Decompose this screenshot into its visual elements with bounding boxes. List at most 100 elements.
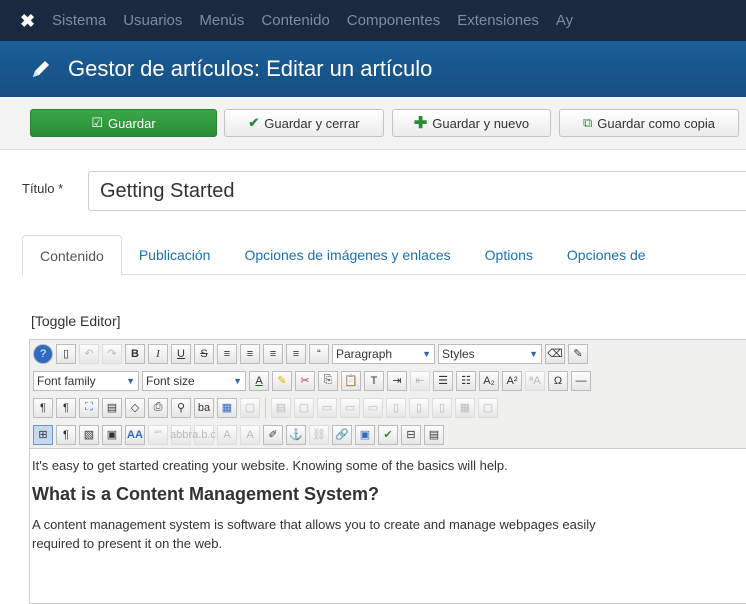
highlight-color-icon[interactable]: ✎: [272, 370, 292, 391]
tab-contenido[interactable]: Contenido: [22, 235, 122, 276]
template-icon[interactable]: ▤: [102, 397, 122, 418]
unlink-icon[interactable]: ⛓: [309, 424, 329, 445]
cut-icon[interactable]: ✂: [295, 370, 315, 391]
cite-icon[interactable]: “”: [148, 424, 168, 445]
tab-opciones[interactable]: Opciones de: [550, 235, 663, 275]
paste-text-icon[interactable]: T: [364, 370, 384, 391]
visual-aid-icon[interactable]: ▢: [240, 397, 260, 418]
save-new-button[interactable]: ✚ Guardar y nuevo: [392, 109, 551, 137]
nav-item-sistema[interactable]: Sistema: [52, 12, 106, 29]
split-cells-icon[interactable]: ▦: [455, 397, 475, 418]
paste-icon[interactable]: 📋: [341, 370, 361, 391]
bold-icon[interactable]: B: [125, 343, 145, 364]
attributes-icon[interactable]: ✐: [263, 424, 283, 445]
styleprops-icon[interactable]: AA: [125, 424, 145, 445]
insertion-icon[interactable]: A: [240, 424, 260, 445]
link-icon[interactable]: 🔗: [332, 424, 352, 445]
styles-select[interactable]: Styles ▼: [438, 343, 542, 364]
tab-imagenes-enlaces[interactable]: Opciones de imágenes y enlaces: [227, 235, 467, 275]
align-right-icon[interactable]: ≡: [263, 343, 283, 364]
insert-col-before-icon[interactable]: ▯: [386, 397, 406, 418]
print-icon[interactable]: ⎙: [148, 397, 168, 418]
indent-icon[interactable]: ⇥: [387, 370, 407, 391]
horizontal-rule-icon[interactable]: —: [571, 370, 591, 391]
content-paragraph-1: It's easy to get started creating your w…: [32, 458, 508, 473]
special-char-icon[interactable]: Ω: [548, 370, 568, 391]
undo-icon[interactable]: ↶: [79, 343, 99, 364]
delete-col-icon[interactable]: ▯: [432, 397, 452, 418]
help-icon[interactable]: ?: [33, 343, 53, 364]
find-replace-icon[interactable]: ba: [194, 397, 214, 418]
nav-item-extensiones[interactable]: Extensiones: [457, 12, 539, 29]
nav-item-componentes[interactable]: Componentes: [347, 12, 440, 29]
save-copy-button[interactable]: ⧉ Guardar como copia: [559, 109, 739, 137]
strikethrough-icon[interactable]: S: [194, 343, 214, 364]
deletion-icon[interactable]: A: [217, 424, 237, 445]
align-center-icon[interactable]: ≡: [240, 343, 260, 364]
nav-item-usuarios[interactable]: Usuarios: [123, 12, 182, 29]
font-size-select[interactable]: Font size ▼: [142, 370, 246, 391]
tab-publicacion[interactable]: Publicación: [122, 235, 228, 275]
font-color-icon[interactable]: A: [249, 370, 269, 391]
table-icon[interactable]: ⊞: [33, 424, 53, 445]
acronym-icon[interactable]: a.b.c: [192, 424, 216, 445]
insert-row-after-icon[interactable]: ▭: [340, 397, 360, 418]
cleanup-broom-icon[interactable]: ✎: [568, 343, 588, 364]
content-paragraph-2-line-1: A content management system is software …: [32, 517, 596, 532]
merge-cells-icon[interactable]: ▢: [478, 397, 498, 418]
absolute-position-icon[interactable]: ▣: [102, 424, 122, 445]
anchor-icon[interactable]: ⚓: [286, 424, 306, 445]
save-close-button[interactable]: ✔ Guardar y cerrar: [224, 109, 384, 137]
abbreviation-icon[interactable]: abbr: [170, 424, 192, 445]
spellcheck-icon[interactable]: ✔: [378, 424, 398, 445]
subscript-icon[interactable]: A₂: [479, 370, 499, 391]
editor-content-area[interactable]: It's easy to get started creating your w…: [30, 449, 746, 553]
numbered-list-icon[interactable]: ☰: [433, 370, 453, 391]
table-row-props-icon[interactable]: ▤: [271, 397, 291, 418]
nav-item-ayuda[interactable]: Ay: [556, 12, 573, 29]
insert-col-after-icon[interactable]: ▯: [409, 397, 429, 418]
superscript-icon[interactable]: A²: [502, 370, 522, 391]
copy-icon[interactable]: ⎘: [318, 370, 338, 391]
text-direction-icon[interactable]: ªA: [525, 370, 545, 391]
ltr-icon[interactable]: ¶: [33, 397, 53, 418]
delete-row-icon[interactable]: ▭: [363, 397, 383, 418]
eraser-icon[interactable]: ⌫: [545, 343, 565, 364]
font-family-select[interactable]: Font family ▼: [33, 370, 139, 391]
joomla-logo-icon[interactable]: ✖: [20, 12, 38, 30]
format-select[interactable]: Paragraph ▼: [332, 343, 435, 364]
align-left-icon[interactable]: ≡: [217, 343, 237, 364]
rtl-icon[interactable]: ¶: [56, 397, 76, 418]
image-icon[interactable]: ▣: [355, 424, 375, 445]
readmore-icon[interactable]: ▤: [424, 424, 444, 445]
fullscreen-icon[interactable]: ⛶: [79, 397, 99, 418]
tab-options[interactable]: Options: [468, 235, 550, 275]
blockquote-icon[interactable]: “: [309, 343, 329, 364]
chevron-down-icon: ▼: [233, 375, 242, 386]
toolbar-row-2: Font family ▼ Font size ▼ A ✎ ✂ ⎘ 📋 T ⇥ ⇤ …: [30, 367, 746, 394]
nav-item-contenido[interactable]: Contenido: [261, 12, 329, 29]
insert-template-icon[interactable]: ▦: [217, 397, 237, 418]
bullet-list-icon[interactable]: ☷: [456, 370, 476, 391]
paragraph-mark-icon[interactable]: ¶: [56, 424, 76, 445]
font-family-select-value: Font family: [37, 373, 96, 388]
save-button[interactable]: ☑ Guardar: [30, 109, 217, 137]
table-cell-props-icon[interactable]: ▢: [294, 397, 314, 418]
underline-icon[interactable]: U: [171, 343, 191, 364]
align-justify-icon[interactable]: ≡: [286, 343, 306, 364]
toggle-editor-link[interactable]: [Toggle Editor]: [31, 313, 121, 329]
title-label: Título *: [22, 181, 64, 196]
title-input[interactable]: Getting Started: [88, 171, 746, 211]
toolbar-row-1: ? ▯ ↶ ↷ B I U S ≡ ≡ ≡ ≡ “ Paragraph ▼ Sty…: [30, 340, 746, 367]
insert-layer-icon[interactable]: ▧: [79, 424, 99, 445]
redo-icon[interactable]: ↷: [102, 343, 122, 364]
pagebreak-icon[interactable]: ⊟: [401, 424, 421, 445]
html-source-icon[interactable]: ◇: [125, 397, 145, 418]
new-document-icon[interactable]: ▯: [56, 343, 76, 364]
insert-row-before-icon[interactable]: ▭: [317, 397, 337, 418]
italic-icon[interactable]: I: [148, 343, 168, 364]
outdent-icon[interactable]: ⇤: [410, 370, 430, 391]
find-binoculars-icon[interactable]: ⚲: [171, 397, 191, 418]
nav-item-menus[interactable]: Menús: [199, 12, 244, 29]
content-heading: What is a Content Management System?: [32, 484, 380, 504]
